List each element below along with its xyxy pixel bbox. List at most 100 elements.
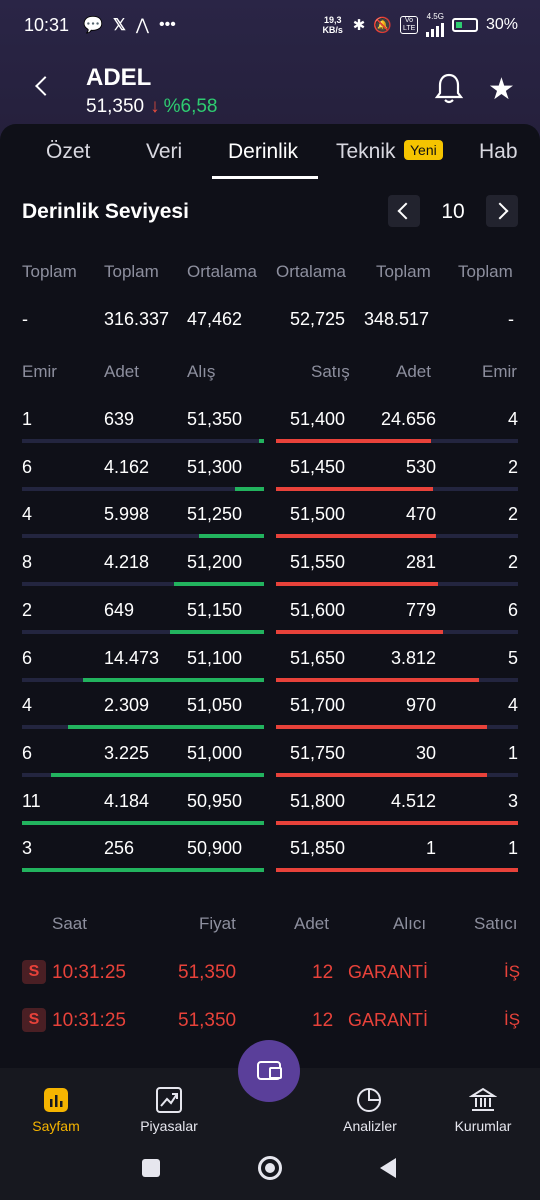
ask-depth-bar [276,772,487,777]
summary-value: 316.337 [104,309,170,329]
bid-orders: 11 [22,790,41,811]
trade-qty: 12 [312,1010,334,1031]
wallet-fab-button[interactable] [238,1040,300,1102]
ask-orders: 2 [507,504,518,525]
stock-symbol: ADEL [86,64,152,91]
mute-icon: 🔕 [373,16,392,34]
ask-qty: 530 [405,456,436,477]
bid-depth-bar [169,629,264,634]
bid-qty: 2.309 [104,695,150,716]
wallet-icon [257,1061,282,1080]
bid-price: 51,350 [187,409,243,429]
bid-qty: 5.998 [104,504,150,525]
ask-price: 51,750 [290,742,346,763]
ask-price: 51,850 [290,838,346,859]
home-button[interactable] [258,1156,282,1180]
depth-header: Emir [482,362,517,381]
ask-qty: 1 [425,838,436,859]
ask-depth-bar [276,629,443,634]
stock-price: 51,350 [86,96,145,117]
chart-bars-icon[interactable] [42,1086,70,1114]
ask-qty: 4.512 [390,790,436,811]
depth-header: Adet [396,362,431,381]
volte-icon: Vo LTE [399,15,418,34]
ask-depth-bar [276,868,518,873]
bid-qty: 649 [104,599,135,620]
ask-price: 51,600 [290,599,346,620]
market-chart-icon[interactable] [155,1086,183,1114]
ask-price: 51,500 [290,504,346,525]
status-bar: 10:31 💬 𝕏 ⋀ ••• 19,3 KB/s ✱ 🔕 Vo LTE 4.5… [0,0,540,50]
bid-qty: 4.218 [104,552,150,573]
nav-sayfam[interactable]: Sayfam [6,1118,106,1134]
tab-ozet[interactable]: Özet [46,140,90,164]
tab-haberler[interactable]: Hab [479,140,518,164]
ask-depth-bar [276,820,518,825]
bid-orders: 2 [22,599,33,620]
signal-icon: 4.5G [425,12,444,37]
ask-depth-bar [276,677,480,682]
pie-chart-icon[interactable] [355,1086,383,1114]
favorite-star-icon[interactable]: ★ [488,72,515,107]
ask-depth-bar [276,439,431,443]
stock-change: %6,58 [163,96,218,117]
net-speed: 19,3 KB/s [322,14,343,35]
summary-value: - [22,309,28,329]
nav-piyasalar[interactable]: Piyasalar [119,1118,219,1134]
ask-orders: 4 [507,695,518,716]
ask-qty: 281 [405,552,436,573]
bell-icon[interactable] [434,72,464,104]
bid-bar-track [22,439,264,443]
bid-qty: 3.225 [104,742,150,763]
summary-value: 52,725 [290,309,346,329]
trade-time: 10:31:25 [52,962,126,983]
bid-price: 50,900 [187,838,243,859]
bid-depth-bar [22,820,264,825]
bid-orders: 8 [22,552,33,573]
depth-header: Adet [104,362,139,381]
summary-value: 348.517 [364,309,430,329]
summary-value: 47,462 [187,309,243,329]
bid-price: 51,300 [187,456,243,477]
ask-qty: 779 [405,599,436,620]
bid-depth-bar [174,582,264,587]
bid-qty: 4.162 [104,456,150,477]
bid-orders: 3 [22,838,33,859]
back-button[interactable] [32,76,54,98]
trade-seller: İŞ [504,1010,521,1029]
ask-qty: 24.656 [380,409,436,429]
bid-orders: 4 [22,695,33,716]
tab-veri[interactable]: Veri [146,140,182,164]
tab-derinlik[interactable]: Derinlik [228,140,298,164]
bid-orders: 6 [22,742,33,763]
bid-orders: 6 [22,456,33,477]
ask-qty: 470 [405,504,436,525]
level-next-button[interactable] [486,195,518,227]
bid-orders: 4 [22,504,33,525]
recents-button[interactable] [142,1159,160,1177]
ask-qty: 970 [405,695,436,716]
trade-header-buyer: Alıcı [393,914,427,933]
tab-teknik[interactable]: Teknik [336,140,396,164]
battery-icon [451,17,478,32]
chat-icon: 💬 [83,17,103,34]
more-icon: ••• [158,16,176,33]
nav-kurumlar[interactable]: Kurumlar [433,1118,533,1134]
ask-depth-bar [276,486,434,491]
nav-analizler[interactable]: Analizler [320,1118,420,1134]
down-arrow-icon: ↓ [150,96,160,117]
battery-percent: 30% [485,15,518,33]
summary-header: Toplam [458,262,513,281]
level-prev-button[interactable] [388,195,420,227]
bid-depth-bar [51,772,264,777]
ask-price: 51,700 [290,695,346,716]
summary-value: - [508,309,514,329]
bid-depth-bar [67,725,264,730]
ask-qty: 30 [415,742,436,763]
depth-header: Satış [311,362,350,381]
content-panel [0,124,540,1200]
institution-icon[interactable] [469,1086,497,1114]
bid-bar-track [22,486,264,491]
back-nav-button[interactable] [380,1158,396,1178]
ask-price: 51,800 [290,790,346,811]
